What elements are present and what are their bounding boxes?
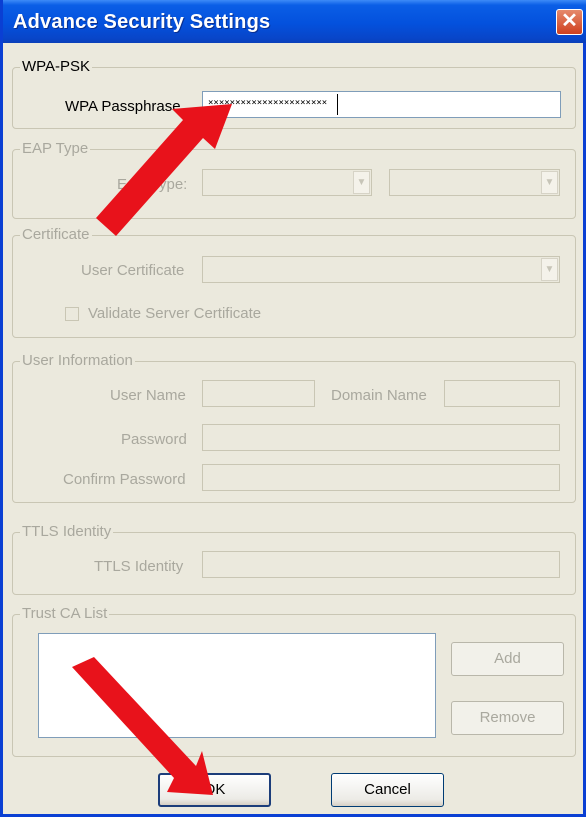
chevron-down-icon[interactable]: ▼ — [541, 258, 558, 281]
remove-button[interactable]: Remove — [451, 701, 564, 735]
validate-server-certificate-checkbox[interactable] — [65, 307, 79, 321]
remove-button-label: Remove — [479, 709, 536, 726]
eap-subtype-select[interactable]: ▼ — [389, 169, 560, 196]
cancel-button[interactable]: Cancel — [331, 773, 444, 807]
user-name-label: User Name — [110, 387, 186, 404]
domain-name-input[interactable] — [444, 380, 560, 407]
certificate-legend: Certificate — [20, 226, 92, 243]
certificate-group: Certificate — [12, 226, 576, 338]
confirm-password-label: Confirm Password — [63, 471, 186, 488]
confirm-password-input[interactable] — [202, 464, 560, 491]
cancel-button-label: Cancel — [364, 781, 411, 798]
window-title: Advance Security Settings — [13, 11, 271, 33]
security-settings-dialog: Advance Security Settings ✕ WPA-PSK WPA … — [0, 0, 586, 817]
chevron-down-icon[interactable]: ▼ — [353, 171, 370, 194]
eap-type-label: EAP Type: — [117, 176, 188, 193]
title-bar[interactable]: Advance Security Settings ✕ — [3, 0, 586, 43]
close-icon[interactable]: ✕ — [556, 9, 583, 35]
ttls-identity-legend: TTLS Identity — [20, 523, 114, 540]
ok-button[interactable]: OK — [158, 773, 271, 807]
password-input[interactable] — [202, 424, 560, 451]
ttls-identity-input[interactable] — [202, 551, 560, 578]
wpa-passphrase-value: ×××××××××××××××××××××× — [208, 98, 328, 108]
user-name-input[interactable] — [202, 380, 315, 407]
eap-type-legend: EAP Type — [20, 140, 91, 157]
wpa-passphrase-input[interactable]: ×××××××××××××××××××××× — [202, 91, 561, 118]
domain-name-label: Domain Name — [331, 387, 427, 404]
user-certificate-label: User Certificate — [81, 262, 185, 279]
user-certificate-select[interactable]: ▼ — [202, 256, 560, 283]
wpa-passphrase-label: WPA Passphrase — [65, 98, 181, 115]
trust-ca-list-legend: Trust CA List — [20, 605, 110, 622]
user-information-legend: User Information — [20, 352, 135, 369]
validate-server-certificate-label: Validate Server Certificate — [88, 305, 262, 322]
password-label: Password — [121, 431, 187, 448]
trust-ca-listbox[interactable] — [38, 633, 436, 738]
chevron-down-icon[interactable]: ▼ — [541, 171, 558, 194]
wpa-psk-legend: WPA-PSK — [20, 58, 93, 75]
text-caret — [337, 94, 338, 115]
ok-button-label: OK — [203, 781, 226, 798]
add-button-label: Add — [494, 650, 521, 667]
ttls-identity-label: TTLS Identity — [94, 558, 184, 575]
add-button[interactable]: Add — [451, 642, 564, 676]
eap-type-select[interactable]: ▼ — [202, 169, 372, 196]
